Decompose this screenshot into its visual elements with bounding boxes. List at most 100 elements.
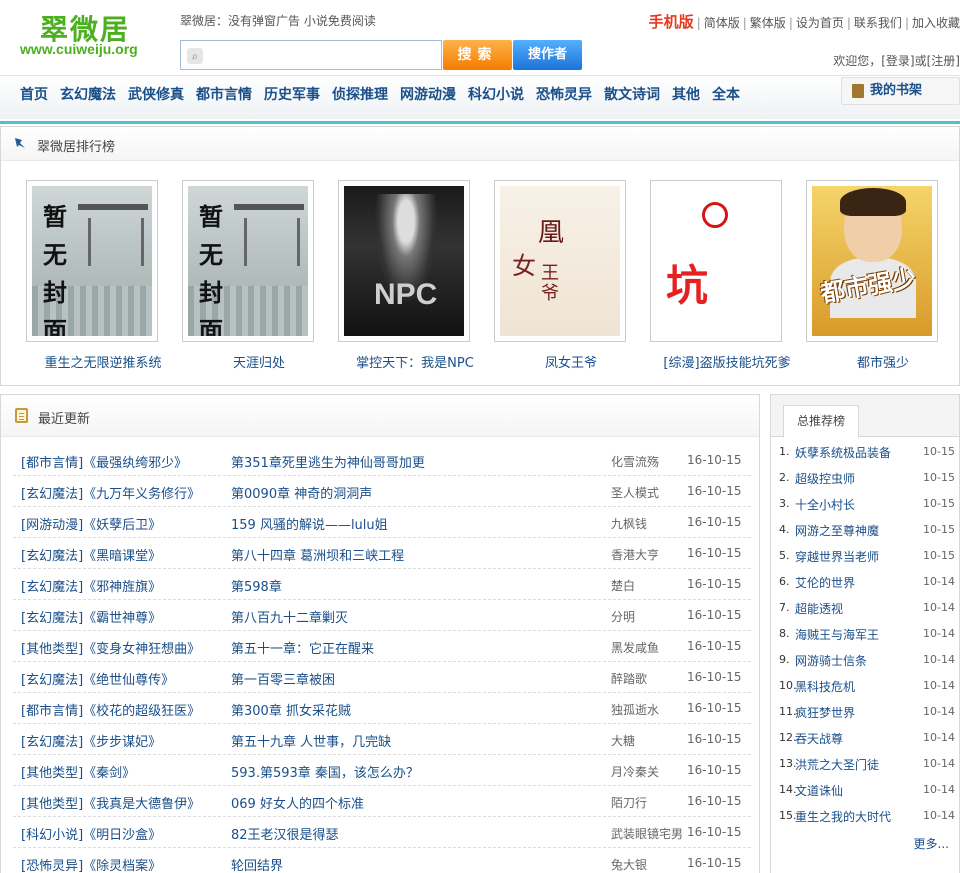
author-name: 月冷秦关	[611, 765, 660, 779]
chapter-link[interactable]: 069 好女人的四个标准	[231, 793, 364, 812]
npc-cover-image: NPC	[344, 186, 464, 336]
my-bookshelf-button[interactable]: 我的书架	[841, 77, 960, 105]
book-link[interactable]: 十全小村长	[795, 496, 855, 513]
book-cover[interactable]: 都市强少	[806, 180, 938, 342]
book-title-link[interactable]: 天涯归处	[181, 352, 337, 371]
book-link[interactable]: 黑科技危机	[795, 678, 855, 695]
book-link[interactable]: 网游之至尊神魔	[795, 522, 879, 539]
chapter-link[interactable]: 82王老汉很是得瑟	[231, 824, 339, 843]
chapter-link[interactable]: 第一百零三章被困	[231, 669, 335, 688]
book-link[interactable]: 超级控虫师	[795, 470, 855, 487]
book-link[interactable]: 洪荒之大圣门徒	[795, 756, 879, 773]
book-link[interactable]: 疯狂梦世界	[795, 704, 855, 721]
more-link[interactable]: 更多...	[914, 835, 949, 852]
chapter-link[interactable]: 第598章	[231, 576, 282, 595]
book-link[interactable]: 重生之我的大时代	[795, 808, 891, 825]
or-text: 或	[914, 54, 927, 68]
book-link[interactable]: [玄幻魔法]《霸世神尊》	[21, 607, 161, 626]
chapter-link[interactable]: 第五十九章 人世事，几完缺	[231, 731, 391, 750]
chapter-link[interactable]: 第300章 抓女采花贼	[231, 700, 351, 719]
search-box[interactable]: ⌕	[180, 40, 442, 70]
book-link[interactable]: [都市言情]《校花的超级狂医》	[21, 700, 200, 719]
chapter-link[interactable]: 159 风骚的解说——lulu姐	[231, 514, 388, 533]
ranking-book[interactable]: 暂无封面 重生之无限逆推系统	[25, 180, 181, 371]
book-link[interactable]: 吞天战尊	[795, 730, 843, 747]
book-cover[interactable]: 暂无封面	[26, 180, 158, 342]
book-title-link[interactable]: 凤女王爷	[493, 352, 649, 371]
add-favorite-link[interactable]: 加入收藏	[912, 16, 960, 30]
nav-fantasy[interactable]: 玄幻魔法	[60, 76, 116, 118]
book-cover[interactable]: NPC	[338, 180, 470, 342]
book-link[interactable]: [都市言情]《最强纨绔邪少》	[21, 452, 187, 471]
register-link[interactable]: [注册]	[927, 54, 960, 68]
book-link[interactable]: [科幻小说]《明日沙盒》	[21, 824, 161, 843]
nav-wuxia[interactable]: 武侠修真	[128, 76, 184, 118]
book-link[interactable]: [玄幻魔法]《绝世仙尊传》	[21, 669, 174, 688]
chapter-link[interactable]: 第351章死里逃生为神仙哥哥加更	[231, 452, 425, 471]
list-item: 13. 洪荒之大圣门徒 10-14	[779, 751, 957, 777]
chapter-link[interactable]: 593.第593章 秦国，该怎么办？	[231, 762, 419, 781]
set-homepage-link[interactable]: 设为首页	[796, 16, 844, 30]
chapter-link[interactable]: 第八百九十二章剿灭	[231, 607, 348, 626]
search-input[interactable]	[207, 45, 437, 65]
search-author-button[interactable]: 搜作者	[513, 40, 582, 70]
search-icon: ⌕	[187, 48, 203, 64]
book-link[interactable]: [网游动漫]《妖孽后卫》	[21, 514, 161, 533]
ranking-book[interactable]: 凰女王爷 凤女王爷	[493, 180, 649, 371]
book-title-link[interactable]: 掌控天下：我是NPC	[337, 352, 493, 371]
book-title-link[interactable]: 重生之无限逆推系统	[25, 352, 181, 371]
mobile-version-link[interactable]: 手机版	[649, 13, 694, 31]
book-link[interactable]: 超能透视	[795, 600, 843, 617]
book-link[interactable]: [玄幻魔法]《黑暗课堂》	[21, 545, 161, 564]
tab-total-recommend[interactable]: 总推荐榜	[783, 405, 859, 438]
nav-detective[interactable]: 侦探推理	[332, 76, 388, 118]
chapter-link[interactable]: 第八十四章 葛洲坝和三峡工程	[231, 545, 404, 564]
book-title-link[interactable]: 都市强少	[805, 352, 960, 371]
book-link[interactable]: [玄幻魔法]《九万年义务修行》	[21, 483, 200, 502]
book-link[interactable]: [玄幻魔法]《邪神旌旗》	[21, 576, 161, 595]
nav-horror[interactable]: 恐怖灵异	[536, 76, 592, 118]
chapter-link[interactable]: 第五十一章：它正在醒来	[231, 638, 374, 657]
book-link[interactable]: [其他类型]《我真是大德鲁伊》	[21, 793, 200, 812]
book-link[interactable]: 艾伦的世界	[795, 574, 855, 591]
book-link[interactable]: 海贼王与海军王	[795, 626, 879, 643]
ranking-book[interactable]: 都市强少 都市强少	[805, 180, 960, 371]
recent-updates-panel: 最近更新 [都市言情]《最强纨绔邪少》 第351章死里逃生为神仙哥哥加更 化雪流殇 1…	[0, 394, 760, 873]
author-name: 醉踏歌	[611, 672, 648, 686]
traditional-link[interactable]: 繁体版	[750, 16, 786, 30]
ranking-book[interactable]: NPC 掌控天下：我是NPC	[337, 180, 493, 371]
book-link[interactable]: [玄幻魔法]《步步谋妃》	[21, 731, 161, 750]
nav-game-anime[interactable]: 网游动漫	[400, 76, 456, 118]
login-link[interactable]: [登录]	[881, 54, 914, 68]
book-title-link[interactable]: [综漫]盗版技能坑死爹	[649, 352, 805, 371]
nav-complete[interactable]: 全本	[712, 76, 740, 118]
site-logo[interactable]: 翠微居 www.cuiweiju.org	[20, 8, 155, 64]
book-link[interactable]: [恐怖灵异]《除灵档案》	[21, 855, 161, 873]
ranking-book[interactable]: 暂无封面 天涯归处	[181, 180, 337, 371]
nav-divider	[0, 121, 960, 124]
book-link[interactable]: [其他类型]《变身女神狂想曲》	[21, 638, 200, 657]
book-cover[interactable]: 坑	[650, 180, 782, 342]
nav-scifi[interactable]: 科幻小说	[468, 76, 524, 118]
nav-poetry[interactable]: 散文诗词	[604, 76, 660, 118]
nav-other[interactable]: 其他	[672, 76, 700, 118]
book-link[interactable]: 网游骑士信条	[795, 652, 867, 669]
book-link[interactable]: 文道诛仙	[795, 782, 843, 799]
cover-title-text: 坑	[666, 261, 709, 310]
chapter-link[interactable]: 轮回结界	[231, 855, 283, 873]
nav-home[interactable]: 首页	[20, 76, 48, 118]
nav-urban[interactable]: 都市言情	[196, 76, 252, 118]
book-cover[interactable]: 暂无封面	[182, 180, 314, 342]
contact-link[interactable]: 联系我们	[854, 16, 902, 30]
chapter-link[interactable]: 第0090章 神奇的洞洞声	[231, 483, 372, 502]
book-link[interactable]: 妖孽系统极品装备	[795, 444, 891, 461]
simplified-link[interactable]: 简体版	[704, 16, 740, 30]
search-button[interactable]: 搜索	[443, 40, 512, 70]
book-link[interactable]: 穿越世界当老师	[795, 548, 879, 565]
ranking-book[interactable]: 坑 [综漫]盗版技能坑死爹	[649, 180, 805, 371]
book-link[interactable]: [其他类型]《秦剑》	[21, 762, 135, 781]
list-item: 7. 超能透视 10-14	[779, 595, 957, 621]
book-cover[interactable]: 凰女王爷	[494, 180, 626, 342]
nav-history[interactable]: 历史军事	[264, 76, 320, 118]
author-name: 大糖	[611, 734, 636, 748]
